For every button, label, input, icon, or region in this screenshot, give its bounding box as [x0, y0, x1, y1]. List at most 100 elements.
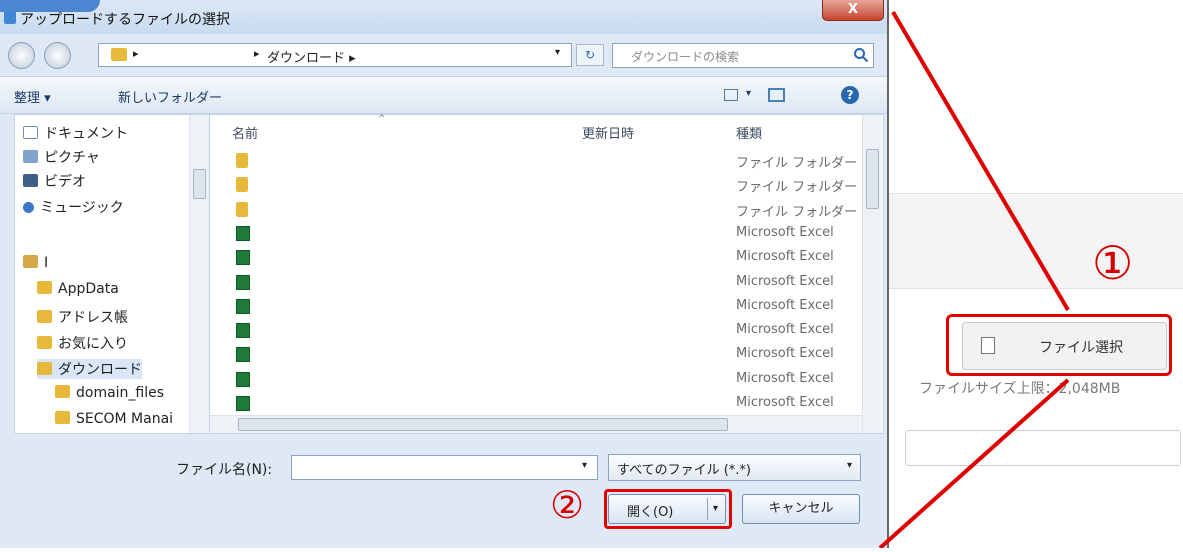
- file-type-cell: Microsoft Excel: [736, 346, 834, 362]
- search-input[interactable]: ダウンロードの検索: [612, 43, 874, 68]
- refresh-button[interactable]: ↻: [576, 44, 604, 66]
- organize-menu[interactable]: 整理 ▾: [14, 87, 51, 106]
- file-type-cell: ファイル フォルダー: [736, 156, 858, 171]
- file-type-cell: Microsoft Excel: [736, 273, 834, 289]
- folder-icon: [236, 201, 248, 217]
- file-open-dialog: アップロードするファイルの選択 X ▸ ▸ ダウンロード ▸ ▾ ↻ ダウンロー…: [0, 0, 887, 548]
- table-row[interactable]: Microsoft Excel: [210, 392, 862, 416]
- videos-icon: [23, 174, 38, 187]
- breadcrumb-arrow[interactable]: ▸: [133, 47, 139, 60]
- table-row[interactable]: Microsoft Excel: [210, 222, 862, 246]
- folder-icon: [55, 411, 70, 424]
- folder-icon: [236, 177, 248, 193]
- file-list-scroll-thumb[interactable]: [866, 149, 879, 209]
- pictures-icon: [23, 150, 38, 163]
- nav-item-label: お気に入り: [58, 336, 128, 352]
- filename-label: ファイル名(N):: [176, 462, 273, 478]
- new-folder-button[interactable]: 新しいフォルダー: [118, 87, 222, 106]
- folder-icon: [236, 153, 248, 168]
- nav-item[interactable]: アドレス帳: [37, 307, 128, 327]
- nav-item[interactable]: お気に入り: [37, 333, 128, 353]
- filename-input[interactable]: [291, 455, 598, 480]
- horizontal-scroll-thumb[interactable]: [238, 418, 728, 431]
- help-icon[interactable]: ?: [841, 86, 859, 104]
- nav-item-label: ピクチャ: [44, 150, 100, 166]
- nav-item-label: AppData: [58, 281, 119, 297]
- nav-item[interactable]: ダウンロード: [37, 359, 142, 379]
- nav-scrollbar[interactable]: [189, 115, 209, 433]
- command-toolbar: 整理 ▾ 新しいフォルダー ▾ ?: [0, 76, 887, 114]
- column-header-name[interactable]: 名前: [232, 123, 258, 142]
- open-button[interactable]: 開く(O) ▾: [608, 494, 726, 524]
- file-list-horizontal-scrollbar[interactable]: [210, 415, 862, 433]
- excel-file-icon: [236, 250, 250, 266]
- table-row[interactable]: Microsoft Excel: [210, 368, 862, 392]
- nav-item[interactable]: ミュージック: [23, 197, 124, 217]
- nav-item-label: ビデオ: [44, 174, 86, 190]
- file-select-button[interactable]: ファイル選択: [962, 322, 1167, 370]
- contacts-icon: [37, 310, 52, 323]
- nav-scroll-thumb[interactable]: [193, 169, 206, 199]
- file-type-cell: ファイル フォルダー: [736, 204, 858, 220]
- search-icon[interactable]: [853, 47, 869, 63]
- table-row[interactable]: Microsoft Excel: [210, 319, 862, 343]
- upload-comment-input[interactable]: [905, 430, 1181, 466]
- nav-item-label: domain_files: [76, 385, 165, 401]
- nav-item[interactable]: SECOM Manai: [55, 411, 173, 427]
- nav-item-label: アドレス帳: [58, 310, 128, 326]
- nav-item[interactable]: ピクチャ: [23, 147, 100, 167]
- file-type-cell: ファイル フォルダー: [736, 180, 858, 196]
- back-button[interactable]: [8, 42, 35, 69]
- excel-file-icon: [236, 225, 250, 241]
- folder-icon: [111, 48, 127, 61]
- folder-icon: [37, 281, 52, 294]
- nav-item[interactable]: ビデオ: [23, 171, 86, 191]
- nav-item[interactable]: I: [23, 255, 48, 271]
- file-list-scrollbar[interactable]: [862, 115, 882, 433]
- table-row[interactable]: Microsoft Excel: [210, 343, 862, 367]
- downloads-icon: [37, 362, 52, 375]
- file-select-label: ファイル選択: [1039, 340, 1123, 356]
- filter-value: すべてのファイル (*.*): [617, 463, 751, 478]
- table-row[interactable]: Microsoft Excel: [210, 271, 862, 295]
- address-bar[interactable]: ▸ ▸ ダウンロード ▸ ▾: [98, 43, 572, 67]
- cancel-button[interactable]: キャンセル: [742, 494, 860, 524]
- view-options-icon[interactable]: [724, 89, 738, 101]
- nav-item-label: ミュージック: [40, 200, 124, 216]
- column-header-modified[interactable]: 更新日時: [582, 123, 634, 142]
- close-button[interactable]: X: [822, 0, 884, 21]
- nav-item[interactable]: domain_files: [55, 385, 164, 401]
- filename-dropdown[interactable]: ▾: [582, 460, 587, 471]
- column-header-type[interactable]: 種類: [736, 123, 762, 142]
- folder-icon: [55, 385, 70, 398]
- search-placeholder: ダウンロードの検索: [631, 50, 740, 64]
- open-options-dropdown[interactable]: ▾: [707, 498, 723, 520]
- view-dropdown[interactable]: ▾: [746, 88, 751, 99]
- upload-web-page: ファイル選択 ファイルサイズ上限：2,048MB: [887, 0, 1183, 548]
- excel-file-icon: [236, 274, 250, 290]
- breadcrumb-separator[interactable]: ▸: [254, 47, 260, 60]
- table-row[interactable]: ファイル フォルダー: [210, 149, 862, 173]
- table-row[interactable]: Microsoft Excel: [210, 246, 862, 270]
- nav-item[interactable]: AppData: [37, 281, 119, 297]
- table-row[interactable]: ファイル フォルダー: [210, 173, 862, 197]
- favorites-icon: [37, 336, 52, 349]
- open-button-label: 開く(O): [627, 505, 674, 520]
- table-row[interactable]: Microsoft Excel: [210, 295, 862, 319]
- file-type-cell: Microsoft Excel: [736, 249, 834, 265]
- breadcrumb-downloads[interactable]: ダウンロード ▸: [267, 47, 356, 66]
- file-list: 名前 ^ 更新日時 種類 ファイル フォルダー ファイル フォルダー ファイル フォ…: [210, 114, 884, 434]
- forward-button[interactable]: [44, 42, 71, 69]
- user-folder-icon: [23, 255, 38, 268]
- file-type-filter[interactable]: すべてのファイル (*.*) ▾: [608, 454, 861, 481]
- table-row[interactable]: ファイル フォルダー: [210, 198, 862, 222]
- file-type-cell: Microsoft Excel: [736, 224, 834, 240]
- address-dropdown[interactable]: ▾: [555, 47, 560, 58]
- preview-pane-icon[interactable]: [768, 88, 785, 102]
- documents-icon: [23, 126, 38, 139]
- nav-item-label: SECOM Manai: [76, 411, 174, 427]
- navigation-pane: ドキュメントピクチャビデオミュージック I AppData アドレス帳お気に入りダウン…: [14, 114, 210, 434]
- chevron-down-icon[interactable]: ▾: [847, 460, 852, 471]
- nav-item[interactable]: ドキュメント: [23, 123, 128, 143]
- file-size-limit: ファイルサイズ上限：2,048MB: [919, 381, 1121, 397]
